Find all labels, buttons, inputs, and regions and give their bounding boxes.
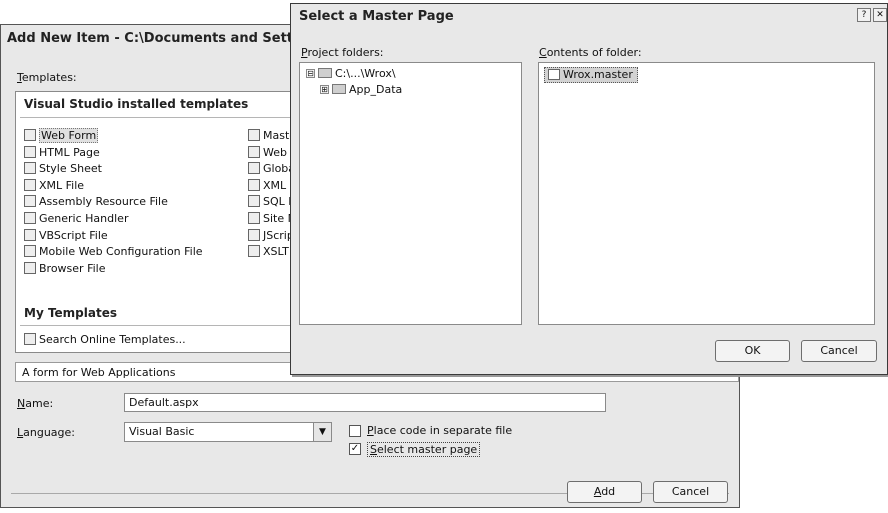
template-item[interactable]: VBScript File — [24, 228, 108, 244]
vbscript-file-icon — [24, 228, 36, 241]
name-input[interactable]: Default.aspx — [124, 393, 606, 412]
template-item-label: Assembly Resource File — [39, 195, 168, 209]
language-label: Language: — [17, 426, 76, 439]
folder-icon — [332, 84, 346, 94]
template-item[interactable]: XML File — [24, 178, 84, 194]
language-value: Visual Basic — [129, 425, 195, 438]
generic-handler-icon — [24, 212, 36, 224]
folder-contents-list[interactable]: Wrox.master — [538, 62, 875, 325]
select-master-checkbox[interactable]: ✓ — [349, 443, 361, 455]
template-item[interactable]: JScrip — [248, 228, 294, 244]
dialog-title: Add New Item - C:\Documents and Settin — [7, 31, 307, 46]
template-item-label: Web Form — [39, 128, 99, 143]
web-service-icon — [248, 145, 260, 158]
xml-file-icon — [24, 178, 36, 191]
select-master-label[interactable]: Select master page — [367, 442, 481, 457]
style-sheet-icon — [24, 162, 36, 175]
ok-button[interactable]: OK — [715, 340, 790, 362]
template-item-label: HTML Page — [39, 145, 100, 159]
template-item-label: XML File — [39, 178, 85, 192]
jscript-file-icon — [248, 228, 260, 241]
help-icon[interactable]: ? — [857, 8, 871, 22]
template-item-label: Mobile Web Configuration File — [39, 245, 203, 259]
template-item[interactable]: Maste — [248, 128, 296, 144]
search-online-templates-item[interactable]: Search Online Templates... — [24, 332, 186, 348]
search-online-label: Search Online Templates... — [39, 333, 186, 346]
cancel-button[interactable]: Cancel — [653, 481, 728, 503]
dialog-title: Select a Master Page — [299, 9, 454, 24]
cancel-button[interactable]: Cancel — [801, 340, 877, 362]
html-page-icon — [24, 145, 36, 158]
template-item[interactable]: Web Form — [24, 128, 99, 144]
xml-schema-icon — [248, 178, 260, 191]
site-map-icon — [248, 212, 260, 224]
xslt-file-icon — [248, 245, 260, 258]
place-code-checkbox[interactable] — [349, 425, 361, 437]
template-item-label: Style Sheet — [39, 162, 102, 176]
template-item[interactable]: Style Sheet — [24, 161, 102, 177]
chevron-down-icon[interactable]: ▼ — [313, 423, 331, 441]
web-project-icon — [318, 68, 332, 78]
global-app-icon — [248, 162, 260, 175]
templates-label: Templates: — [17, 71, 77, 84]
template-item[interactable]: Browser File — [24, 261, 105, 277]
file-item-wrox-master[interactable]: Wrox.master — [544, 67, 638, 83]
template-item[interactable]: Globa — [248, 161, 295, 177]
browser-file-icon — [24, 261, 36, 274]
collapse-icon[interactable]: ⊟ — [306, 69, 315, 78]
template-item[interactable]: Web — [248, 145, 287, 161]
place-code-label-rest: lace code in separate file — [373, 424, 513, 437]
template-item[interactable]: XSLT — [248, 244, 289, 260]
template-item-label: Generic Handler — [39, 212, 129, 225]
select-master-page-dialog: Select a Master Page ? ✕ Project folders… — [290, 3, 888, 375]
name-label: Name: — [17, 397, 54, 410]
master-file-icon — [548, 69, 560, 80]
close-icon[interactable]: ✕ — [873, 8, 887, 22]
template-item-label: Web — [263, 145, 287, 159]
resource-file-icon — [24, 195, 36, 208]
template-item-label: XSLT — [263, 245, 289, 259]
template-item[interactable]: Generic Handler — [24, 211, 128, 227]
project-folders-tree[interactable]: ⊟ C:\...\Wrox\ ⊞ App_Data — [299, 62, 522, 325]
web-form-icon — [24, 129, 36, 141]
template-item[interactable]: HTML Page — [24, 145, 100, 161]
tree-node-project-root[interactable]: ⊟ C:\...\Wrox\ — [306, 66, 396, 82]
installed-templates-header: Visual Studio installed templates — [24, 97, 249, 111]
place-code-label[interactable]: Place code in separate file — [367, 424, 512, 437]
tree-node-label: App_Data — [349, 83, 403, 96]
template-item-label: VBScript File — [39, 228, 108, 242]
sql-database-icon — [248, 195, 260, 208]
expand-icon[interactable]: ⊞ — [320, 85, 329, 94]
add-button[interactable]: Add — [567, 481, 642, 503]
template-item[interactable]: Mobile Web Configuration File — [24, 244, 203, 260]
contents-of-folder-label: Contents of folder: — [539, 46, 642, 59]
template-item-label: Browser File — [39, 261, 106, 275]
my-templates-header: My Templates — [24, 306, 117, 320]
master-page-icon — [248, 129, 260, 141]
tree-node-app-data[interactable]: ⊞ App_Data — [320, 82, 402, 98]
file-item-label: Wrox.master — [563, 68, 633, 81]
mobile-config-icon — [24, 245, 36, 258]
language-select[interactable]: Visual Basic ▼ — [124, 422, 332, 442]
project-folders-label: Project folders: — [301, 46, 384, 59]
search-online-icon — [24, 333, 36, 345]
tree-node-label: C:\...\Wrox\ — [335, 67, 396, 80]
template-item[interactable]: Assembly Resource File — [24, 194, 168, 210]
